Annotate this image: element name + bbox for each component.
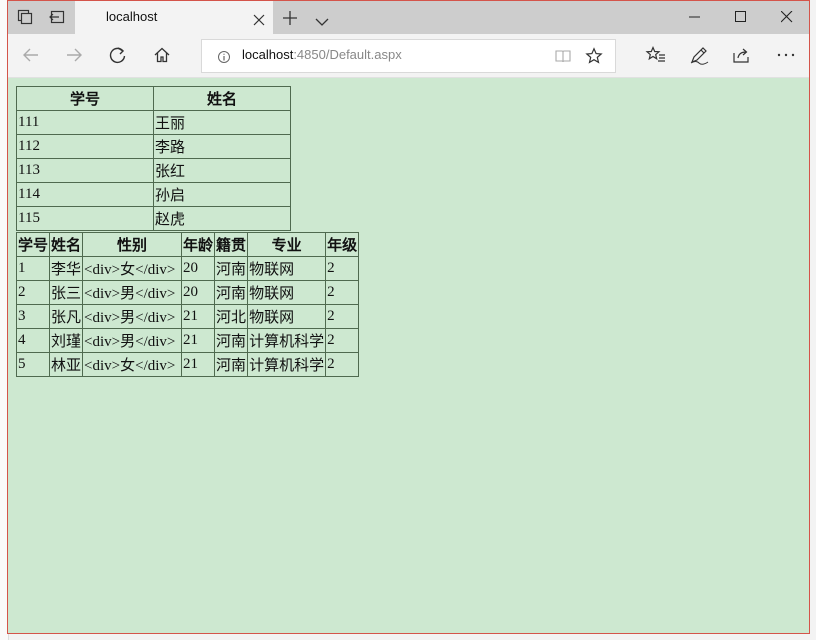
table-cell: 林亚 bbox=[49, 352, 84, 377]
browser-window: localhost localhost:4850/Default.aspx 学号… bbox=[7, 0, 810, 634]
table-cell: 河南 bbox=[214, 328, 249, 353]
table-cell: 张凡 bbox=[49, 304, 84, 329]
back-arrow-icon[interactable] bbox=[20, 44, 42, 66]
new-tab-icon[interactable] bbox=[283, 10, 297, 25]
table-cell: 113 bbox=[16, 158, 154, 183]
home-icon[interactable] bbox=[151, 44, 173, 66]
table-cell: 3 bbox=[15, 304, 51, 329]
table-cell: <div>女</div> bbox=[82, 352, 183, 377]
table-row: 5 林亚 <div>女</div> 21 河南 计算机科学 2 bbox=[15, 352, 360, 377]
table-cell: 赵虎 bbox=[153, 206, 291, 231]
table-cell: 2 bbox=[325, 280, 360, 305]
share-icon[interactable] bbox=[731, 44, 753, 66]
column-header: 学号 bbox=[15, 232, 51, 257]
table-cell: <div>女</div> bbox=[82, 256, 183, 281]
info-icon[interactable] bbox=[217, 49, 231, 63]
table-cell: 2 bbox=[325, 328, 360, 353]
table-cell: 河南 bbox=[214, 280, 249, 305]
close-window-button[interactable] bbox=[764, 1, 809, 34]
minimize-button[interactable] bbox=[672, 1, 718, 34]
table-cell: 4 bbox=[15, 328, 51, 353]
table-cell: 5 bbox=[15, 352, 51, 377]
column-header: 专业 bbox=[247, 232, 327, 257]
student-details-table: 学号 姓名 性别 年龄 籍贯 专业 年级 1 李华 <div>女</div> 20 河南… bbox=[15, 232, 360, 377]
set-aside-tabs-icon[interactable] bbox=[48, 8, 66, 26]
table-cell: <div>男</div> bbox=[82, 328, 183, 353]
table-row: 111 王丽 bbox=[16, 110, 291, 135]
table-cell: 计算机科学 bbox=[247, 352, 327, 377]
minimize-icon bbox=[689, 16, 700, 18]
table-cell: 李华 bbox=[49, 256, 84, 281]
table-cell: 李路 bbox=[153, 134, 291, 159]
table-row: 4 刘瑾 <div>男</div> 21 河南 计算机科学 2 bbox=[15, 328, 360, 353]
column-header: 年龄 bbox=[181, 232, 216, 257]
table-cell: 2 bbox=[325, 256, 360, 281]
table-cell: 21 bbox=[181, 328, 216, 353]
forward-arrow-icon[interactable] bbox=[63, 44, 85, 66]
table-cell: 物联网 bbox=[247, 256, 327, 281]
column-header: 姓名 bbox=[153, 86, 291, 111]
table-row: 2 张三 <div>男</div> 20 河南 物联网 2 bbox=[15, 280, 360, 305]
table-cell: 河南 bbox=[214, 352, 249, 377]
reading-view-icon[interactable] bbox=[554, 47, 572, 65]
url-path: :4850/Default.aspx bbox=[293, 47, 402, 62]
table-cell: 111 bbox=[16, 110, 154, 135]
table-cell: <div>男</div> bbox=[82, 280, 183, 305]
tab-title: localhost bbox=[106, 9, 158, 24]
pen-notes-icon[interactable] bbox=[688, 44, 710, 66]
table-cell: 孙启 bbox=[153, 182, 291, 207]
table-row: 112 李路 bbox=[16, 134, 291, 159]
table-cell: 2 bbox=[325, 304, 360, 329]
close-icon bbox=[781, 11, 793, 23]
column-header: 年级 bbox=[325, 232, 360, 257]
url-text: localhost:4850/Default.aspx bbox=[242, 47, 402, 62]
maximize-icon bbox=[735, 11, 746, 22]
table-cell: 2 bbox=[325, 352, 360, 377]
table-cell: 115 bbox=[16, 206, 154, 231]
chevron-down-icon[interactable] bbox=[315, 12, 329, 26]
navigation-bar: localhost:4850/Default.aspx bbox=[8, 34, 809, 78]
table-cell: <div>男</div> bbox=[82, 304, 183, 329]
table-cell: 2 bbox=[15, 280, 51, 305]
table-cell: 王丽 bbox=[153, 110, 291, 135]
table-cell: 1 bbox=[15, 256, 51, 281]
table-cell: 20 bbox=[181, 256, 216, 281]
table-cell: 114 bbox=[16, 182, 154, 207]
more-options-icon[interactable] bbox=[775, 44, 797, 66]
url-host: localhost bbox=[242, 47, 294, 62]
favorite-star-icon[interactable] bbox=[585, 47, 603, 65]
table-cell: 河北 bbox=[214, 304, 249, 329]
close-tab-icon[interactable] bbox=[253, 11, 265, 26]
column-header: 姓名 bbox=[49, 232, 84, 257]
refresh-icon[interactable] bbox=[107, 44, 129, 66]
student-name-table: 学号 姓名 111 王丽 112 李路 113 张红 114 孙启 115 赵虎 bbox=[16, 86, 291, 231]
table-row: 115 赵虎 bbox=[16, 206, 291, 231]
table-row: 3 张凡 <div>男</div> 21 河北 物联网 2 bbox=[15, 304, 360, 329]
tab-localhost[interactable]: localhost bbox=[75, 1, 273, 34]
tab-bar: localhost bbox=[8, 1, 809, 34]
address-bar[interactable]: localhost:4850/Default.aspx bbox=[201, 39, 616, 73]
table-cell: 21 bbox=[181, 352, 216, 377]
table-cell: 张三 bbox=[49, 280, 84, 305]
table-cell: 计算机科学 bbox=[247, 328, 327, 353]
column-header: 籍贯 bbox=[214, 232, 249, 257]
table-cell: 张红 bbox=[153, 158, 291, 183]
maximize-button[interactable] bbox=[718, 1, 764, 34]
table-cell: 刘瑾 bbox=[49, 328, 84, 353]
table-cell: 物联网 bbox=[247, 280, 327, 305]
table-cell: 21 bbox=[181, 304, 216, 329]
tab-preview-icon[interactable] bbox=[16, 8, 34, 26]
table-cell: 112 bbox=[16, 134, 154, 159]
table-row: 114 孙启 bbox=[16, 182, 291, 207]
table-cell: 河南 bbox=[214, 256, 249, 281]
favorites-hub-icon[interactable] bbox=[645, 44, 667, 66]
column-header: 性别 bbox=[82, 232, 183, 257]
column-header: 学号 bbox=[16, 86, 154, 111]
page-content: 学号 姓名 111 王丽 112 李路 113 张红 114 孙启 115 赵虎 学号 姓… bbox=[8, 78, 809, 633]
table-cell: 20 bbox=[181, 280, 216, 305]
table-row: 113 张红 bbox=[16, 158, 291, 183]
table-row: 1 李华 <div>女</div> 20 河南 物联网 2 bbox=[15, 256, 360, 281]
table-cell: 物联网 bbox=[247, 304, 327, 329]
